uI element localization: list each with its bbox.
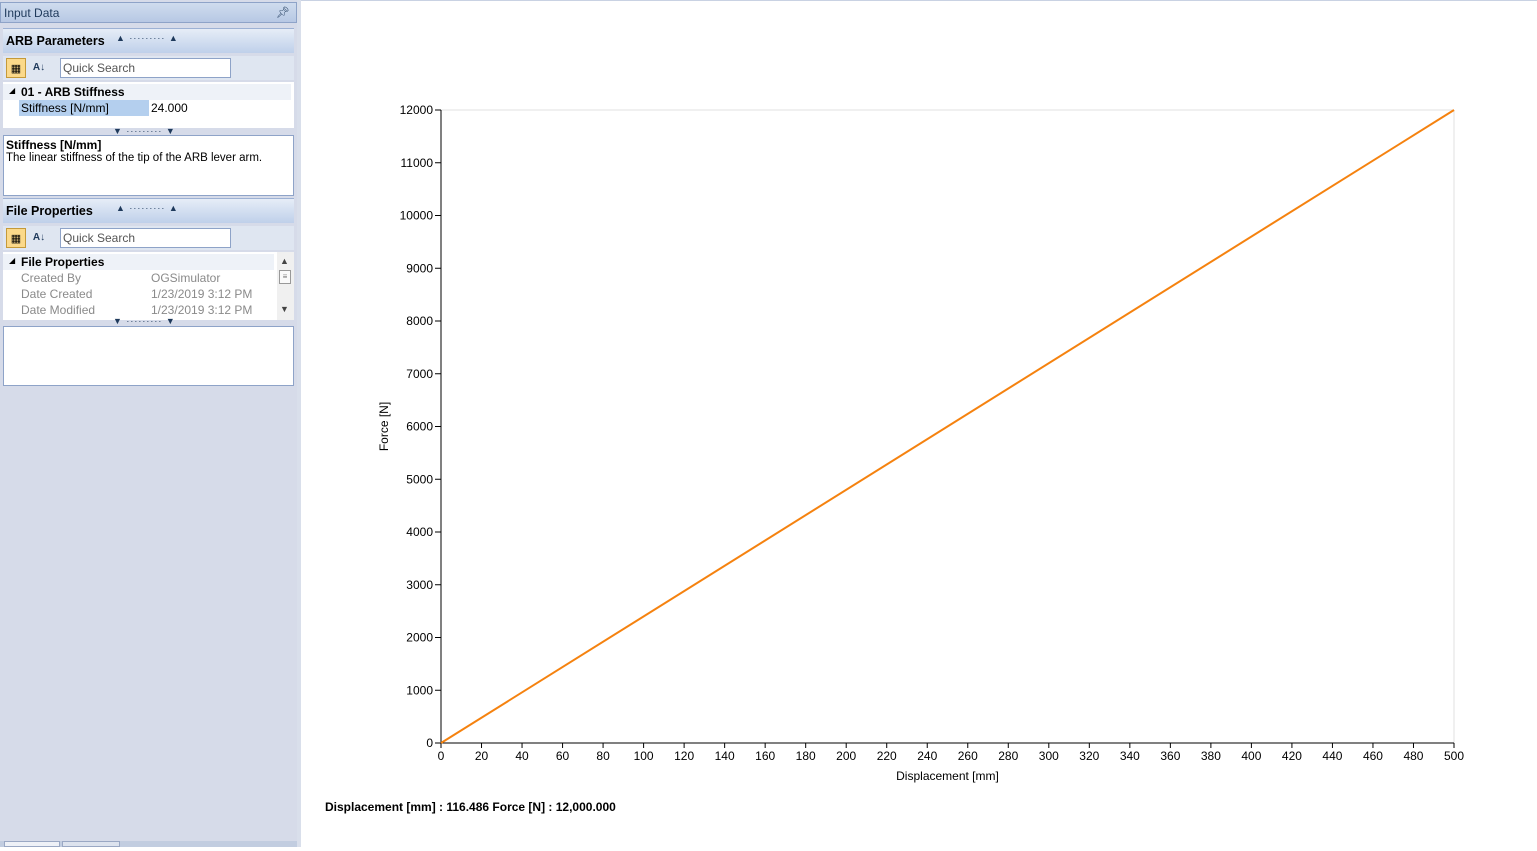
- x-tick-label: 400: [1241, 749, 1261, 763]
- vertical-scrollbar[interactable]: ▲ ≡ ▼: [277, 252, 294, 320]
- x-tick-label: 160: [755, 749, 775, 763]
- property-row-stiffness[interactable]: Stiffness [N/mm] 24.000: [3, 100, 291, 116]
- y-tick-label: 10000: [400, 209, 434, 223]
- x-tick-label: 320: [1079, 749, 1099, 763]
- x-tick-label: 260: [958, 749, 978, 763]
- categorized-view-icon[interactable]: ▦: [6, 58, 26, 78]
- sort-alphabetical-icon[interactable]: A↓: [29, 58, 49, 78]
- bottom-tab[interactable]: [62, 841, 120, 847]
- file-properties-header[interactable]: File Properties ▲ ········· ▲: [3, 198, 294, 223]
- x-tick-label: 440: [1322, 749, 1342, 763]
- file-properties-title: File Properties: [6, 204, 93, 218]
- x-tick-label: 220: [877, 749, 897, 763]
- collapse-controls[interactable]: ▲ ········· ▲: [116, 33, 179, 43]
- x-tick-label: 240: [917, 749, 937, 763]
- y-tick-label: 12000: [400, 103, 434, 117]
- x-tick-label: 140: [715, 749, 735, 763]
- x-tick-label: 480: [1403, 749, 1423, 763]
- panel-title: Input Data: [4, 6, 60, 20]
- description-text: The linear stiffness of the tip of the A…: [6, 152, 263, 164]
- expand-triangle-icon[interactable]: ◢: [9, 86, 15, 95]
- pin-icon[interactable]: 📌︎: [276, 6, 290, 19]
- x-tick-label: 300: [1039, 749, 1059, 763]
- x-tick-label: 380: [1201, 749, 1221, 763]
- x-tick-label: 200: [836, 749, 856, 763]
- file-toolbar: ▦ A↓: [3, 226, 294, 250]
- input-data-panel: Input Data 📌︎ ARB Parameters ▲ ·········…: [0, 0, 297, 847]
- y-tick-label: 8000: [406, 314, 433, 328]
- y-tick-label: 11000: [401, 156, 434, 170]
- x-tick-label: 500: [1444, 749, 1464, 763]
- file-quick-search-input[interactable]: [60, 228, 231, 248]
- y-tick-label: 4000: [406, 525, 433, 539]
- x-tick-label: 100: [634, 749, 654, 763]
- x-tick-label: 420: [1282, 749, 1302, 763]
- x-tick-label: 460: [1363, 749, 1383, 763]
- category-header-arb-stiffness[interactable]: ◢ 01 - ARB Stiffness: [3, 84, 291, 100]
- expand-triangle-icon[interactable]: ◢: [9, 256, 15, 265]
- scroll-thumb[interactable]: ≡: [279, 270, 291, 284]
- force-displacement-chart: 0 20 40 60 80 100 120 140 160 180 200 220 240 260 280 3…: [377, 103, 1464, 783]
- arb-parameters-header[interactable]: ARB Parameters ▲ ········· ▲: [3, 28, 294, 53]
- sort-alphabetical-icon[interactable]: A↓: [29, 228, 49, 248]
- panel-titlebar: Input Data 📌︎: [0, 2, 297, 23]
- property-name: Stiffness [N/mm]: [21, 101, 109, 115]
- x-tick-label: 40: [515, 749, 529, 763]
- x-tick-label: 360: [1160, 749, 1180, 763]
- file-description-box: [3, 326, 294, 386]
- y-tick-label: 6000: [406, 420, 433, 434]
- arb-toolbar: ▦ A↓: [3, 56, 294, 80]
- description-title: Stiffness [N/mm]: [6, 138, 102, 152]
- y-tick-label: 2000: [406, 631, 433, 645]
- x-tick-label: 180: [796, 749, 816, 763]
- cursor-readout: Displacement [mm] : 116.486 Force [N] : …: [325, 800, 616, 814]
- bottom-tab[interactable]: [4, 841, 60, 847]
- arb-property-grid: ◢ 01 - ARB Stiffness Stiffness [N/mm] 24…: [3, 82, 294, 128]
- x-tick-label: 120: [674, 749, 694, 763]
- x-tick-label: 80: [596, 749, 610, 763]
- property-row-created-by[interactable]: Created By OGSimulator: [3, 270, 291, 286]
- arb-description-box: Stiffness [N/mm] The linear stiffness of…: [3, 135, 294, 196]
- y-tick-label: 0: [426, 736, 433, 750]
- y-axis-label: Force [N]: [377, 402, 391, 451]
- y-tick-label: 1000: [406, 683, 433, 697]
- splitter-handle[interactable]: ▼ ········· ▼: [113, 316, 176, 326]
- y-tick-label: 7000: [406, 367, 433, 381]
- x-tick-label: 280: [998, 749, 1018, 763]
- y-tick-label: 9000: [406, 261, 433, 275]
- property-value-stiffness[interactable]: 24.000: [151, 101, 188, 115]
- file-property-grid: ◢ File Properties Created By OGSimulator…: [3, 252, 294, 320]
- y-tick-label: 3000: [406, 578, 433, 592]
- arb-quick-search-input[interactable]: [60, 58, 231, 78]
- categorized-view-icon[interactable]: ▦: [6, 228, 26, 248]
- property-row-date-created[interactable]: Date Created 1/23/2019 3:12 PM: [3, 286, 291, 302]
- collapse-controls[interactable]: ▲ ········· ▲: [116, 203, 179, 213]
- x-tick-label: 20: [475, 749, 489, 763]
- x-axis-label: Displacement [mm]: [896, 769, 999, 783]
- scroll-up-icon[interactable]: ▲: [280, 256, 289, 266]
- category-header-file-properties[interactable]: ◢ File Properties: [3, 254, 274, 270]
- series-line: [440, 109, 1455, 744]
- y-tick-label: 5000: [406, 472, 433, 486]
- scroll-down-icon[interactable]: ▼: [280, 304, 289, 314]
- x-tick-label: 0: [438, 749, 445, 763]
- chart-area: 0 20 40 60 80 100 120 140 160 180 200 220 240 260 280 3…: [301, 0, 1537, 847]
- x-tick-label: 60: [556, 749, 570, 763]
- x-tick-label: 340: [1120, 749, 1140, 763]
- arb-parameters-title: ARB Parameters: [6, 34, 105, 48]
- bottom-tab-strip: [0, 841, 297, 847]
